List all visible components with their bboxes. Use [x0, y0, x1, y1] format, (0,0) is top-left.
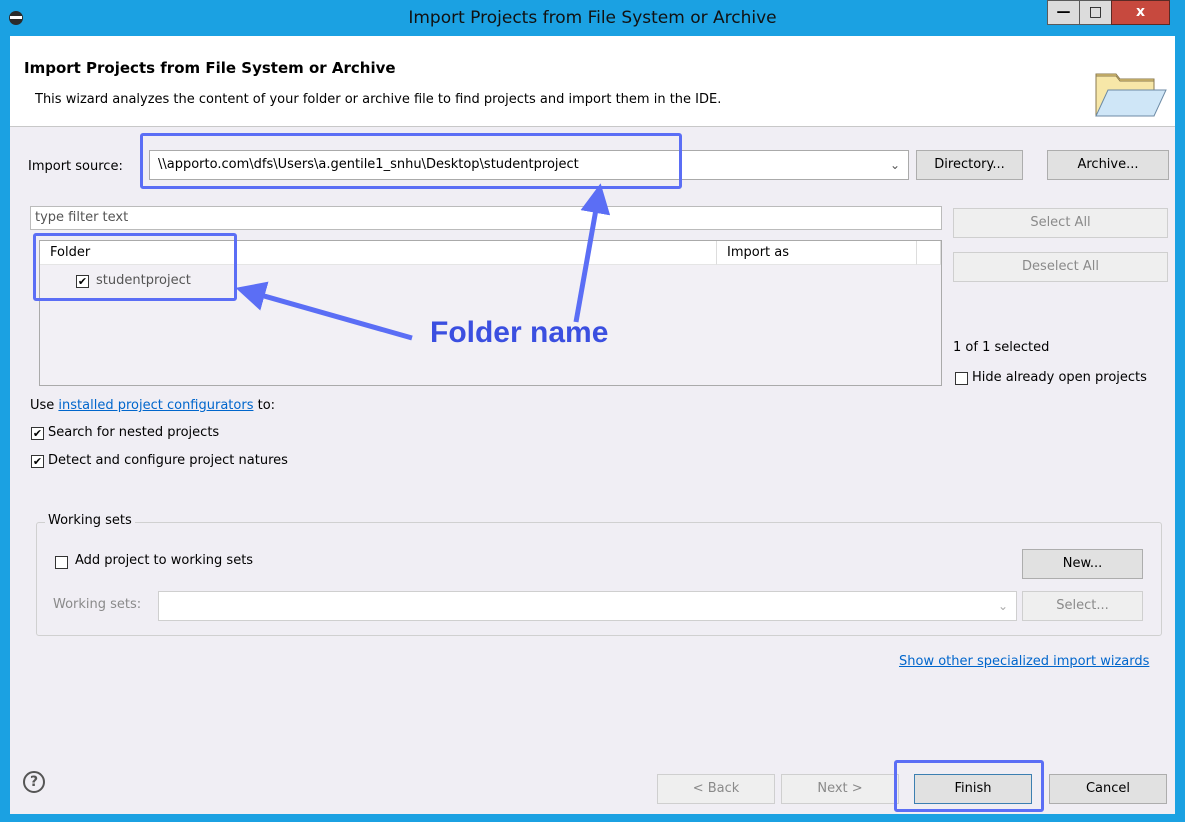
- arrow-to-import-source: [573, 183, 611, 323]
- arrow-to-folder: [235, 281, 413, 341]
- annotation-arrows: [235, 183, 611, 341]
